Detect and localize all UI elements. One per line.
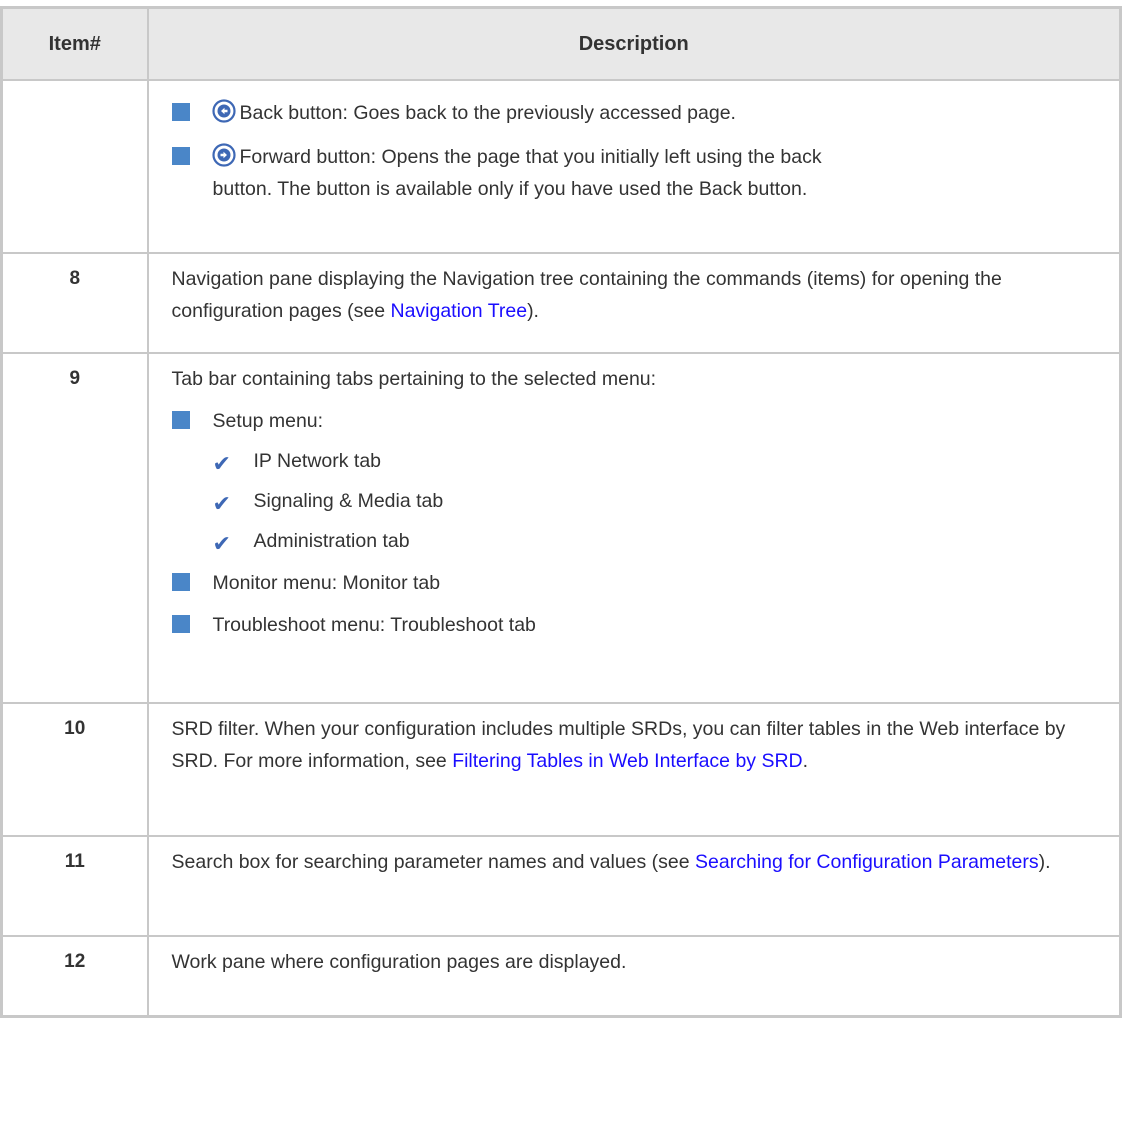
sub-list-item: ✔ Signaling & Media tab bbox=[172, 485, 1100, 517]
checkmark-icon: ✔ bbox=[212, 452, 231, 477]
description-cell: Search box for searching parameter names… bbox=[146, 835, 1122, 937]
description-text-part: ). bbox=[527, 300, 539, 322]
description-header: Description bbox=[146, 6, 1122, 81]
table-header-row: Item# Description bbox=[0, 6, 1122, 81]
list-item: Back button: Goes back to the previously… bbox=[171, 97, 1100, 129]
item-number-cell: 12 bbox=[0, 935, 149, 1017]
square-bullet-icon bbox=[171, 411, 190, 429]
square-bullet-icon bbox=[171, 615, 190, 633]
description-cell: Tab bar containing tabs pertaining to th… bbox=[146, 352, 1122, 704]
item-number-cell: 11 bbox=[0, 835, 149, 937]
list-item: Monitor menu: Monitor tab bbox=[171, 567, 1100, 599]
sub-list-item: ✔ IP Network tab bbox=[172, 445, 1100, 477]
table-row: 11 Search box for searching parameter na… bbox=[0, 835, 1122, 937]
filtering-tables-link[interactable]: Filtering Tables in Web Interface by SRD bbox=[452, 750, 802, 772]
square-bullet-icon bbox=[171, 147, 190, 165]
navigation-tree-link[interactable]: Navigation Tree bbox=[390, 300, 527, 322]
table-row: 9 Tab bar containing tabs pertaining to … bbox=[0, 352, 1122, 704]
description-cell: SRD filter. When your configuration incl… bbox=[146, 702, 1122, 837]
square-bullet-icon bbox=[171, 573, 190, 591]
description-text: Navigation pane displaying the Navigatio… bbox=[172, 263, 1100, 327]
list-item: Setup menu: bbox=[171, 405, 1100, 437]
table-row: Back button: Goes back to the previously… bbox=[0, 79, 1122, 254]
setup-menu-label: Setup menu: bbox=[212, 410, 324, 432]
item-number-cell bbox=[0, 79, 149, 254]
item-number-cell: 8 bbox=[0, 252, 149, 354]
description-text: SRD filter. When your configuration incl… bbox=[172, 713, 1100, 777]
description-text-part: ). bbox=[1038, 851, 1051, 873]
forward-button-description: Forward button: Opens the page that you … bbox=[239, 146, 822, 168]
checkmark-icon: ✔ bbox=[212, 492, 231, 517]
forward-button-description-cont: button. The button is available only if … bbox=[212, 178, 808, 200]
monitor-menu-label: Monitor menu: Monitor tab bbox=[212, 572, 441, 594]
item-number-cell: 10 bbox=[0, 702, 149, 837]
description-text-part: Search box for searching parameter names… bbox=[171, 851, 696, 873]
list-item: Troubleshoot menu: Troubleshoot tab bbox=[171, 609, 1100, 641]
square-bullet-icon bbox=[171, 103, 190, 121]
description-text: Tab bar containing tabs pertaining to th… bbox=[171, 368, 657, 390]
description-text-part: . bbox=[802, 750, 809, 772]
checkmark-icon: ✔ bbox=[212, 532, 231, 557]
description-cell: Back button: Goes back to the previously… bbox=[146, 79, 1122, 254]
arrow-left-circle-icon bbox=[211, 99, 236, 123]
table-row: 12 Work pane where configuration pages a… bbox=[0, 935, 1122, 1017]
description-cell: Navigation pane displaying the Navigatio… bbox=[146, 252, 1122, 354]
description-text: Search box for searching parameter names… bbox=[172, 846, 1100, 878]
ip-network-tab-label: IP Network tab bbox=[253, 450, 382, 472]
list-item: Forward button: Opens the page that you … bbox=[171, 141, 1100, 205]
item-number-cell: 9 bbox=[0, 352, 149, 704]
description-text-part: Navigation pane displaying the Navigatio… bbox=[171, 268, 1002, 322]
item-number-header: Item# bbox=[0, 6, 149, 81]
signaling-media-tab-label: Signaling & Media tab bbox=[253, 490, 444, 512]
troubleshoot-menu-label: Troubleshoot menu: Troubleshoot tab bbox=[212, 614, 536, 636]
table-row: 8 Navigation pane displaying the Navigat… bbox=[0, 252, 1122, 354]
table-row: 10 SRD filter. When your configuration i… bbox=[0, 702, 1122, 837]
back-button-description: Back button: Goes back to the previously… bbox=[239, 102, 736, 124]
description-table: Item# Description Back button: Goes back… bbox=[0, 6, 1122, 1018]
searching-parameters-link[interactable]: Searching for Configuration Parameters bbox=[695, 851, 1039, 873]
description-cell: Work pane where configuration pages are … bbox=[146, 935, 1122, 1017]
administration-tab-label: Administration tab bbox=[253, 530, 410, 552]
description-text: Work pane where configuration pages are … bbox=[171, 951, 627, 973]
sub-list-item: ✔ Administration tab bbox=[172, 525, 1100, 557]
arrow-right-circle-icon bbox=[211, 143, 236, 167]
